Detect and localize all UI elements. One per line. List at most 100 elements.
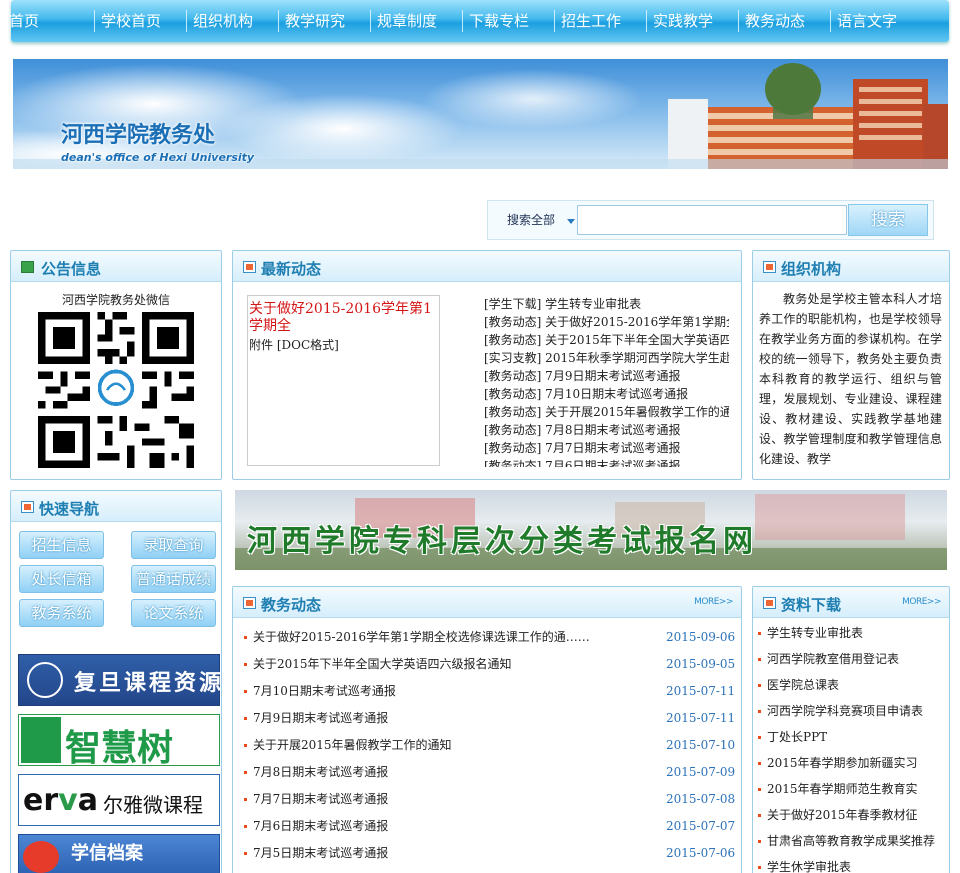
bullet-icon xyxy=(758,866,761,869)
list-item[interactable]: [教务动态] 7月10日期末考试巡考通报 xyxy=(484,385,729,402)
download-item[interactable]: 学生休学审批表 xyxy=(758,858,946,873)
admission-query-button[interactable]: 录取查询 xyxy=(131,531,216,559)
fudan-courses-banner[interactable]: 复旦课程资源 xyxy=(18,654,221,706)
download-item[interactable]: 河西学院学科竞赛项目申请表 xyxy=(758,702,946,719)
director-mailbox-button[interactable]: 处长信箱 xyxy=(19,565,104,593)
download-item[interactable]: 2015年春学期师范生教育实 xyxy=(758,780,946,797)
bullet-icon xyxy=(244,825,247,828)
download-item[interactable]: 学生转专业审批表 xyxy=(758,624,946,641)
erya-banner[interactable]: erva 尔雅微课程 xyxy=(18,774,220,826)
org-description: 教务处是学校主管本科人才培养工作的职能机构，也是学校领导在教学业务方面的参谋机构… xyxy=(759,292,942,466)
promo-banner[interactable]: 河西学院专科层次分类考试报名网 xyxy=(235,490,947,570)
list-item[interactable]: [教务动态] 关于做好2015-2016学年第1学期全 xyxy=(484,313,729,330)
news-panel: 教务动态 MORE>> 关于做好2015-2016学年第1学期全校选修课选课工作… xyxy=(232,586,742,873)
news-title[interactable]: 7月5日期末考试巡考通报 xyxy=(253,846,388,860)
chevron-down-icon xyxy=(567,219,575,224)
download-title[interactable]: 河西学院学科竞赛项目申请表 xyxy=(767,704,923,718)
latest-panel: 最新动态 关于做好2015-2016学年第1学期全 附件 [DOC格式] [学生… xyxy=(232,250,742,480)
bullet-icon xyxy=(758,788,761,791)
news-row[interactable]: 7月5日期末考试巡考通报 xyxy=(244,844,644,861)
news-row[interactable]: 7月8日期末考试巡考通报 xyxy=(244,763,644,780)
download-title[interactable]: 医学院总课表 xyxy=(767,678,839,692)
download-item[interactable]: 关于做好2015年春季教材征 xyxy=(758,806,946,823)
mandarin-score-button[interactable]: 普通话成绩 xyxy=(131,565,216,593)
news-title[interactable]: 7月8日期末考试巡考通报 xyxy=(253,765,388,779)
nav-admissions[interactable]: 招生工作 xyxy=(561,0,621,42)
search-button[interactable]: 搜索 xyxy=(848,204,928,236)
list-item[interactable]: [教务动态] 7月9日期末考试巡考通报 xyxy=(484,367,729,384)
bullet-icon xyxy=(758,684,761,687)
list-item[interactable]: [教务动态] 7月8日期末考试巡考通报 xyxy=(484,421,729,438)
list-item[interactable]: [教务动态] 关于2015年下半年全国大学英语四六 xyxy=(484,331,729,348)
news-title[interactable]: 关于做好2015-2016学年第1学期全校选修课选课工作的通…… xyxy=(253,630,590,644)
download-title[interactable]: 丁处长PPT xyxy=(767,730,827,744)
news-row[interactable]: 7月9日期末考试巡考通报 xyxy=(244,709,644,726)
download-item[interactable]: 丁处长PPT xyxy=(758,728,946,745)
nav-regulations[interactable]: 规章制度 xyxy=(377,0,437,42)
headline-attachment[interactable]: 附件 [DOC格式] xyxy=(248,335,439,353)
latest-panel-title: 最新动态 xyxy=(261,260,322,278)
list-item[interactable]: [教务动态] 7月6日期末考试巡考通报 xyxy=(484,457,729,467)
headline-link[interactable]: 关于做好2015-2016学年第1学期全 xyxy=(248,296,439,335)
list-item[interactable]: [教务动态] 7月7日期末考试巡考通报 xyxy=(484,439,729,456)
erya-label: 尔雅微课程 xyxy=(103,793,203,817)
notice-panel-title: 公告信息 xyxy=(41,260,102,278)
admissions-info-button[interactable]: 招生信息 xyxy=(19,531,104,559)
chsi-banner[interactable]: 学信档案 xyxy=(18,834,220,873)
news-panel-title: 教务动态 xyxy=(261,596,322,614)
download-title[interactable]: 学生转专业审批表 xyxy=(767,626,863,640)
banner-title: 河西学院教务处 xyxy=(61,123,216,148)
news-title[interactable]: 关于2015年下半年全国大学英语四六级报名通知 xyxy=(253,657,512,671)
nav-school-home[interactable]: 学校首页 xyxy=(101,0,161,42)
nav-downloads[interactable]: 下载专栏 xyxy=(469,0,529,42)
download-title[interactable]: 2015年春学期参加新疆实习 xyxy=(767,756,918,770)
download-title[interactable]: 关于做好2015年春季教材征 xyxy=(767,808,918,822)
list-item[interactable]: [学生下载] 学生转专业审批表 xyxy=(484,295,729,312)
nav-separator xyxy=(278,10,279,32)
download-item[interactable]: 医学院总课表 xyxy=(758,676,946,693)
downloads-more-link[interactable]: MORE>> xyxy=(902,597,941,607)
news-row[interactable]: 7月7日期末考试巡考通报 xyxy=(244,790,644,807)
bullet-icon xyxy=(758,814,761,817)
news-row[interactable]: 关于做好2015-2016学年第1学期全校选修课选课工作的通…… xyxy=(244,628,644,645)
download-title[interactable]: 甘肃省高等教育教学成果奖推荐 xyxy=(767,834,935,848)
news-title[interactable]: 关于开展2015年暑假教学工作的通知 xyxy=(253,738,452,752)
news-more-link[interactable]: MORE>> xyxy=(694,597,733,607)
header-banner: 河西学院教务处 dean's office of Hexi University xyxy=(13,59,948,169)
download-title[interactable]: 河西学院教室借用登记表 xyxy=(767,652,899,666)
download-title[interactable]: 2015年春学期师范生教育实 xyxy=(767,782,918,796)
bullet-icon xyxy=(758,736,761,739)
bullet-icon xyxy=(758,762,761,765)
nav-home[interactable]: 首页 xyxy=(9,0,39,42)
news-icon xyxy=(243,261,256,273)
nav-organization[interactable]: 组织机构 xyxy=(193,0,253,42)
news-row[interactable]: 关于2015年下半年全国大学英语四六级报名通知 xyxy=(244,655,644,672)
nav-teaching-research[interactable]: 教学研究 xyxy=(285,0,345,42)
academic-system-button[interactable]: 教务系统 xyxy=(19,599,104,627)
news-icon xyxy=(243,597,256,609)
qr-caption: 河西学院教务处微信 xyxy=(61,293,170,307)
list-item[interactable]: [实习支教] 2015年秋季学期河西学院大学生赴新 xyxy=(484,349,729,366)
news-row[interactable]: 关于开展2015年暑假教学工作的通知 xyxy=(244,736,644,753)
nav-academic-news[interactable]: 教务动态 xyxy=(745,0,805,42)
list-item[interactable]: [教务动态] 关于开展2015年暑假教学工作的通知 xyxy=(484,403,729,420)
news-title[interactable]: 7月7日期末考试巡考通报 xyxy=(253,792,388,806)
news-title[interactable]: 7月9日期末考试巡考通报 xyxy=(253,711,388,725)
news-title[interactable]: 7月10日期末考试巡考通报 xyxy=(253,684,396,698)
news-title[interactable]: 7月6日期末考试巡考通报 xyxy=(253,819,388,833)
download-item[interactable]: 河西学院教室借用登记表 xyxy=(758,650,946,667)
bullet-icon xyxy=(244,744,247,747)
speaker-icon xyxy=(21,261,34,273)
thesis-system-button[interactable]: 论文系统 xyxy=(131,599,216,627)
news-row[interactable]: 7月6日期末考试巡考通报 xyxy=(244,817,644,834)
banner-subtitle: dean's office of Hexi University xyxy=(61,151,255,164)
search-scope-select[interactable]: 搜索全部 xyxy=(492,205,576,235)
nav-language[interactable]: 语言文字 xyxy=(837,0,897,42)
download-item[interactable]: 甘肃省高等教育教学成果奖推荐 xyxy=(758,832,946,849)
news-row[interactable]: 7月10日期末考试巡考通报 xyxy=(244,682,644,699)
download-item[interactable]: 2015年春学期参加新疆实习 xyxy=(758,754,946,771)
download-title[interactable]: 学生休学审批表 xyxy=(767,860,851,873)
zhihuishu-banner[interactable]: 智慧树 xyxy=(18,714,220,769)
nav-practice-teaching[interactable]: 实践教学 xyxy=(653,0,713,42)
search-input[interactable] xyxy=(577,205,847,235)
